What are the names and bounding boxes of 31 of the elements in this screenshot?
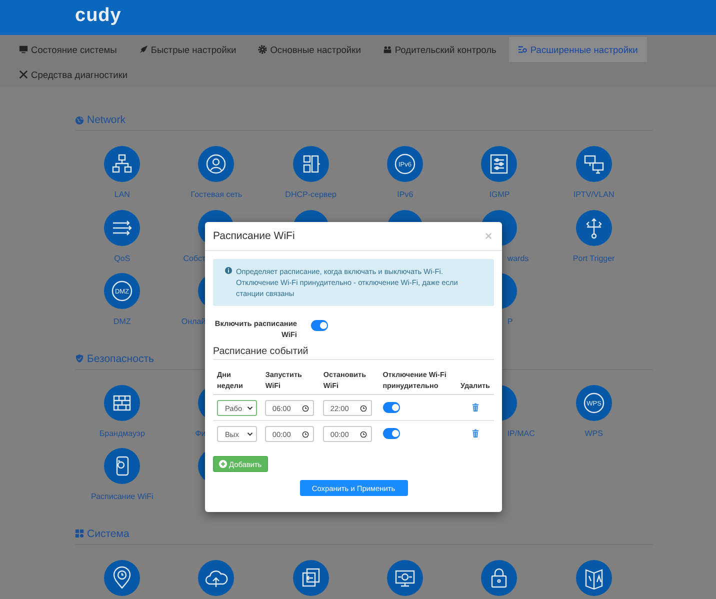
feature-label[interactable]: DMZ: [114, 317, 131, 326]
nav-tab[interactable]: Средства диагностики: [10, 62, 137, 87]
feature-label[interactable]: Фи: [195, 428, 206, 438]
nav-tab[interactable]: Основные настройки: [249, 37, 370, 62]
nav-tab[interactable]: Состояние системы: [10, 37, 126, 62]
feature-label[interactable]: P: [507, 317, 513, 326]
feature-label[interactable]: DHCP-сервер: [285, 190, 336, 199]
feature-label[interactable]: wards: [507, 254, 529, 262]
feature-label[interactable]: Port Trigger: [572, 254, 615, 262]
close-button[interactable]: ×: [482, 229, 494, 243]
feature-label[interactable]: QoS: [114, 254, 130, 262]
feature-label[interactable]: IGMP: [489, 190, 510, 199]
nav-tab[interactable]: Родительский контроль: [374, 37, 506, 62]
dialog-title: Расписание WiFi: [213, 230, 295, 242]
events-heading: Расписание событий: [213, 346, 494, 360]
logo: cudy: [75, 4, 122, 26]
nav-tab[interactable]: Расширенные настройки: [509, 37, 647, 62]
section-title: Безопасность: [87, 352, 154, 364]
feature-label[interactable]: IP/MAC: [507, 428, 535, 438]
feature-label[interactable]: IPTV/VLAN: [573, 190, 614, 199]
section-title: Система: [87, 528, 130, 540]
feature-label[interactable]: Гостевая сеть: [190, 190, 242, 199]
feature-label[interactable]: Брандмауэр: [99, 428, 145, 438]
nav-tab[interactable]: Быстрые настройки: [130, 37, 246, 62]
feature-label[interactable]: LAN: [114, 190, 130, 199]
feature-label[interactable]: Собст: [183, 254, 206, 262]
feature-label[interactable]: IPv6: [397, 190, 414, 199]
feature-label[interactable]: Онлай: [181, 317, 206, 326]
feature-label[interactable]: WPS: [584, 428, 603, 438]
section-title: Network: [87, 114, 126, 126]
feature-label[interactable]: Расписание WiFi: [91, 492, 154, 501]
